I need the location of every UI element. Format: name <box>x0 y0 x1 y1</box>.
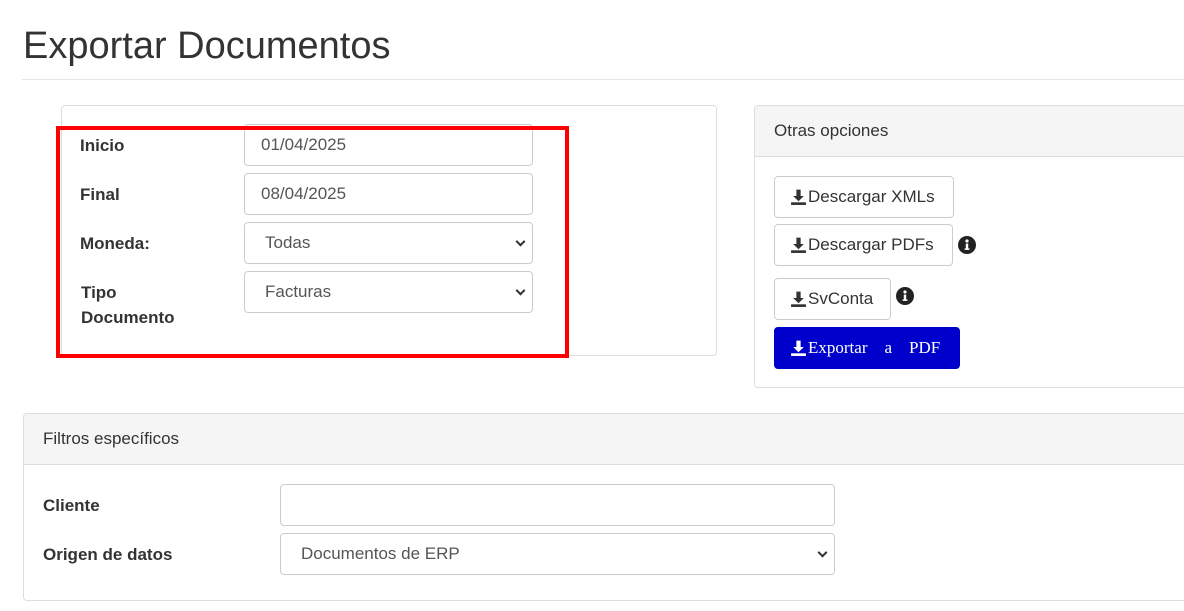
download-icon <box>791 189 806 205</box>
svconta-label: SvConta <box>808 289 874 308</box>
specific-filters-header: Filtros específicos <box>24 414 1184 465</box>
download-icon <box>791 291 806 307</box>
page-title: Exportar Documentos <box>23 25 391 67</box>
export-pdf-word-1: Exportar <box>808 338 868 357</box>
download-icon <box>791 340 806 356</box>
highlight-box <box>56 126 569 358</box>
download-pdfs-label: Descargar PDFs <box>808 235 934 254</box>
client-label: Cliente <box>43 496 100 515</box>
specific-filters-title: Filtros específicos <box>43 429 180 448</box>
info-circle-icon[interactable] <box>896 287 914 305</box>
export-pdf-label: Exportar a PDF <box>808 338 940 358</box>
download-xmls-button[interactable]: Descargar XMLs <box>774 176 954 218</box>
chevron-down-icon <box>817 547 828 558</box>
export-pdf-word-2: a <box>884 338 893 357</box>
other-options-header: Otras opciones <box>755 106 1184 157</box>
download-xmls-label: Descargar XMLs <box>808 187 935 206</box>
export-pdf-button[interactable]: Exportar a PDF <box>774 327 960 369</box>
export-pdf-word-3: PDF <box>909 338 941 357</box>
data-source-label: Origen de datos <box>43 545 173 564</box>
download-icon <box>791 237 806 253</box>
title-divider <box>22 79 1184 80</box>
client-input[interactable] <box>280 484 835 526</box>
svconta-button[interactable]: SvConta <box>774 278 891 320</box>
data-source-selected-value: Documentos de ERP <box>301 544 460 563</box>
download-pdfs-button[interactable]: Descargar PDFs <box>774 224 953 266</box>
data-source-select[interactable]: Documentos de ERP <box>280 533 835 575</box>
info-circle-icon[interactable] <box>958 236 976 254</box>
other-options-title: Otras opciones <box>774 121 889 140</box>
